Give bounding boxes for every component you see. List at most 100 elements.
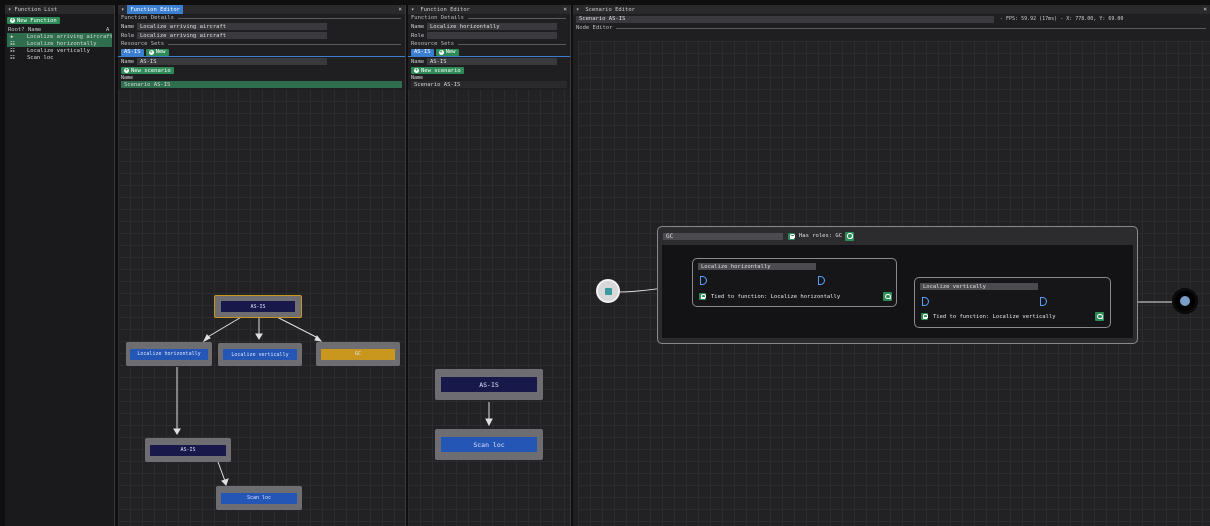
- scenario-col-name[interactable]: Name: [121, 75, 133, 81]
- graph-node-root[interactable]: AS-IS: [214, 295, 302, 318]
- graph-node-sub-as-is[interactable]: AS-IS: [145, 438, 231, 462]
- tab-function-editor[interactable]: Function Editor: [127, 5, 183, 14]
- col-name[interactable]: Name: [28, 27, 106, 33]
- list-item[interactable]: ★ Localize arriving aircraft: [7, 33, 112, 40]
- list-item-label: Localize arriving aircraft: [26, 33, 112, 40]
- set-name-label: Name: [411, 58, 425, 65]
- name-field[interactable]: Localize arriving aircraft: [137, 23, 327, 30]
- plus-icon: +: [414, 67, 419, 73]
- group-name-field[interactable]: GC: [663, 232, 783, 240]
- collapse-arrow-icon[interactable]: ▾: [411, 7, 414, 13]
- lock-icon[interactable]: [921, 313, 928, 320]
- node-localize-vertically[interactable]: Localize vertically Tied to function: Lo…: [914, 277, 1111, 328]
- set-name-field[interactable]: AS-IS: [427, 58, 557, 65]
- node-title-field[interactable]: Localize vertically: [920, 283, 1038, 290]
- close-icon[interactable]: ×: [563, 6, 567, 13]
- scenario-name-field[interactable]: Scenario AS-IS: [576, 15, 994, 23]
- function-list-panel: ▾ Function List + New Function Root? Nam…: [5, 5, 115, 526]
- graph-node-label: AS-IS: [150, 444, 226, 456]
- new-function-label: New Function: [17, 17, 57, 24]
- graph-node-root-label: AS-IS: [221, 301, 295, 312]
- scenario-col-name[interactable]: Name: [411, 75, 423, 81]
- role-field[interactable]: [427, 32, 557, 39]
- function-editor-titlebar[interactable]: ▾ Function Editor ×: [118, 5, 405, 14]
- has-roles-label: Has roles: GC: [799, 233, 843, 239]
- node-localize-horizontally[interactable]: Localize horizontally Tied to function: …: [692, 258, 897, 307]
- name-row: Name Localize arriving aircraft: [118, 22, 405, 31]
- list-item-label: Scan loc: [27, 54, 54, 61]
- col-a[interactable]: A: [106, 27, 112, 33]
- new-set-button[interactable]: + New: [435, 48, 459, 56]
- function-list-title: Function List: [14, 6, 58, 13]
- tied-label: Tied to function: Localize horizontally: [711, 294, 841, 300]
- function-list-header: Root? Name A: [7, 26, 112, 33]
- graph-node-label: AS-IS: [441, 377, 537, 392]
- new-scenario-button[interactable]: + New scenario: [121, 67, 174, 74]
- start-node[interactable]: [596, 279, 620, 303]
- collapse-arrow-icon[interactable]: ▾: [8, 7, 11, 13]
- input-pin-icon[interactable]: [922, 297, 929, 306]
- plus-icon: +: [438, 48, 444, 55]
- tab-as-is[interactable]: AS-IS: [121, 48, 144, 56]
- search-icon[interactable]: [883, 292, 892, 301]
- plus-icon: +: [124, 67, 129, 73]
- new-scenario-row: + New scenario: [408, 66, 570, 75]
- scenario-row[interactable]: Scenario AS-IS: [121, 81, 402, 88]
- new-scenario-button[interactable]: + New scenario: [411, 67, 464, 74]
- graph-node-label: Localize horizontally: [130, 348, 208, 360]
- function-details-header: Function Details: [408, 14, 570, 22]
- scenario-editor-titlebar[interactable]: ▾ Scenario Editor ×: [573, 5, 1210, 14]
- output-pin-icon[interactable]: [1040, 297, 1047, 306]
- role-label: Role: [121, 32, 135, 39]
- function-list-titlebar[interactable]: ▾ Function List: [5, 5, 114, 14]
- new-function-button[interactable]: + New Function: [7, 17, 60, 24]
- search-icon[interactable]: [1095, 312, 1104, 321]
- new-scenario-row: + New scenario: [118, 66, 405, 75]
- list-item-label: Localize vertically: [27, 47, 90, 54]
- role-field[interactable]: Localize arriving aircraft: [137, 32, 327, 39]
- name-field[interactable]: Localize horizontally: [427, 23, 557, 30]
- new-set-button[interactable]: + New: [145, 48, 169, 56]
- node-editor-canvas[interactable]: GC Has roles: GC Localize horizontally T…: [578, 41, 1210, 526]
- set-name-row: Name AS-IS: [408, 57, 570, 66]
- graph-node-localize-horizontally[interactable]: Localize horizontally: [126, 342, 212, 366]
- list-item[interactable]: ☷ Scan loc: [7, 54, 112, 61]
- scenario-row[interactable]: Scenario AS-IS: [411, 81, 567, 88]
- graph-node-root[interactable]: AS-IS: [435, 369, 543, 400]
- search-icon[interactable]: [845, 231, 855, 241]
- collapse-arrow-icon[interactable]: ▾: [576, 7, 579, 13]
- graph-node-scan-loc[interactable]: Scan loc: [435, 429, 543, 460]
- role-label: Role: [411, 32, 425, 39]
- function-editor-2-titlebar[interactable]: ▾ Function Editor ×: [408, 5, 570, 14]
- stop-icon: [1180, 296, 1190, 306]
- graph-node-label: Scan loc: [221, 492, 297, 504]
- lock-icon[interactable]: [788, 232, 795, 240]
- list-item[interactable]: ☷ Localize vertically: [7, 47, 112, 54]
- close-icon[interactable]: ×: [1203, 6, 1207, 13]
- scenario-label: Scenario AS-IS: [124, 81, 171, 88]
- function-list: ★ Localize arriving aircraft ☷ Localize …: [7, 33, 112, 61]
- tied-label: Tied to function: Localize vertically: [933, 314, 1056, 320]
- close-icon[interactable]: ×: [398, 6, 402, 13]
- list-item[interactable]: ☷ Localize horizontally: [7, 40, 112, 47]
- set-name-field[interactable]: AS-IS: [137, 58, 327, 65]
- graph-node-scan-loc[interactable]: Scan loc: [216, 486, 302, 510]
- graph-node-gc[interactable]: GC: [316, 342, 400, 366]
- tab-scenario-editor[interactable]: Scenario Editor: [582, 5, 638, 14]
- name-label: Name: [121, 23, 135, 30]
- lock-icon[interactable]: [699, 293, 706, 300]
- node-title-field[interactable]: Localize horizontally: [698, 263, 816, 270]
- col-root[interactable]: Root?: [8, 27, 28, 33]
- stats-readout: - FPS: 59.92 (17ms) - X: 778.00, Y: 69.0…: [1000, 16, 1124, 22]
- scenario-toolbar: Scenario AS-IS - FPS: 59.92 (17ms) - X: …: [573, 14, 1210, 24]
- tab-function-editor-2[interactable]: Function Editor: [417, 5, 473, 14]
- resource-sets-header: Resource Sets: [118, 40, 405, 48]
- end-node[interactable]: [1172, 288, 1198, 314]
- input-pin-icon[interactable]: [700, 276, 707, 285]
- collapse-arrow-icon[interactable]: ▾: [121, 7, 124, 13]
- play-icon: [605, 288, 612, 295]
- output-pin-icon[interactable]: [818, 276, 825, 285]
- graph-node-label: Localize vertically: [223, 349, 297, 360]
- graph-node-localize-vertically[interactable]: Localize vertically: [218, 343, 302, 366]
- tab-as-is[interactable]: AS-IS: [411, 48, 434, 56]
